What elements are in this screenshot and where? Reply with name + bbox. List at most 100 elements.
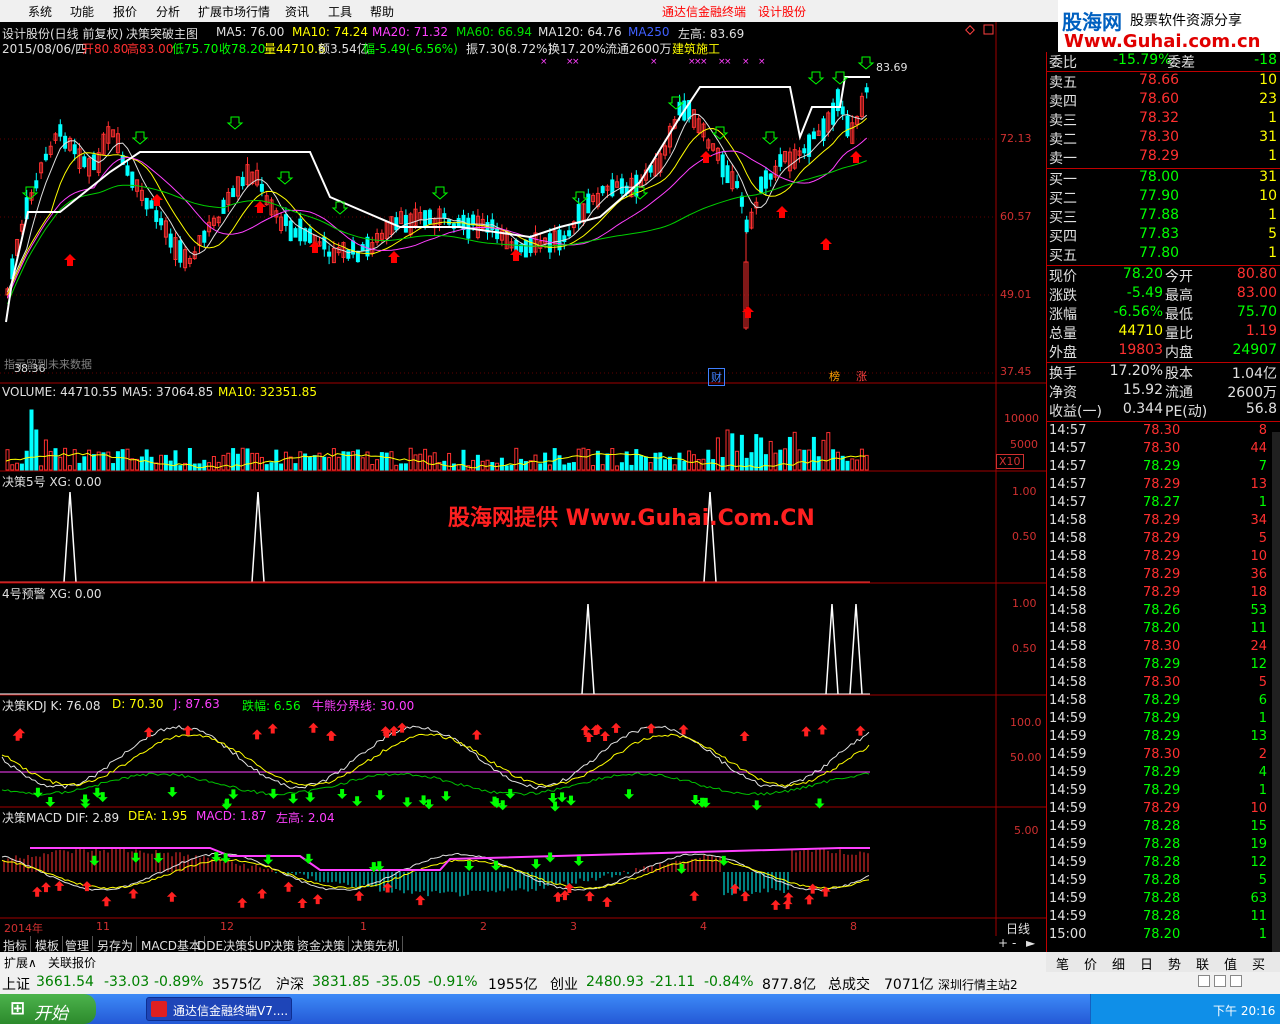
tick-row[interactable]: 14:57 78.29 7 — [1047, 459, 1280, 477]
tick-row[interactable]: 14:58 78.26 53 — [1047, 603, 1280, 621]
menu-item-analysis[interactable]: 分析 — [156, 3, 180, 20]
tick-row[interactable]: 14:58 78.29 5 — [1047, 531, 1280, 549]
stat-label: 今开 — [1165, 269, 1193, 285]
server-name[interactable]: 深圳行情主站2 — [938, 976, 1018, 993]
ma10-line — [7, 117, 868, 296]
ask-row[interactable]: 卖二 78.30 31 — [1047, 129, 1280, 148]
tag-rank[interactable]: 榜 — [829, 368, 840, 384]
bid-row[interactable]: 买二 77.90 10 — [1047, 188, 1280, 207]
tab-fund-decision[interactable]: 资金决策 — [294, 936, 350, 953]
tick-row[interactable]: 14:59 78.29 4 — [1047, 765, 1280, 783]
tab-manage[interactable]: 管理 — [62, 936, 94, 953]
tick-row[interactable]: 14:58 78.29 12 — [1047, 657, 1280, 675]
tick-row[interactable]: 14:58 78.29 34 — [1047, 513, 1280, 531]
tick-row[interactable]: 14:57 78.30 44 — [1047, 441, 1280, 459]
tab-indicator[interactable]: 指标 — [0, 936, 32, 953]
tick-row[interactable]: 14:59 78.28 11 — [1047, 909, 1280, 927]
tick-price: 78.29 — [1143, 801, 1181, 816]
start-button[interactable]: ⊞ 开始 — [0, 994, 96, 1024]
menu-item-quote[interactable]: 报价 — [113, 3, 137, 20]
hs-index-label[interactable]: 沪深 — [276, 974, 304, 994]
scrollbar[interactable] — [1272, 432, 1280, 952]
candle-body — [202, 230, 207, 243]
tick-row[interactable]: 14:59 78.28 12 — [1047, 855, 1280, 873]
quote-tab-value[interactable]: 值 — [1224, 954, 1237, 973]
quote-tab-day[interactable]: 日 — [1140, 954, 1153, 973]
tab-expand[interactable]: 扩展∧ — [4, 954, 37, 971]
menu-item-news[interactable]: 资讯 — [285, 3, 309, 20]
volume-bar — [15, 462, 20, 471]
info-industry[interactable]: 建筑施工 — [672, 40, 720, 57]
ask-row[interactable]: 卖五 78.66 10 — [1047, 72, 1280, 91]
bid-row[interactable]: 买三 77.88 1 — [1047, 207, 1280, 226]
tick-row[interactable]: 14:59 78.29 1 — [1047, 783, 1280, 801]
tab-related-quote[interactable]: 关联报价 — [48, 954, 96, 971]
ask-row[interactable]: 卖一 78.29 1 — [1047, 148, 1280, 167]
menu-item-system[interactable]: 系统 — [28, 3, 52, 20]
macd-buy-arrow — [490, 860, 501, 871]
bid-row[interactable]: 买四 77.83 5 — [1047, 226, 1280, 245]
tick-row[interactable]: 14:57 78.29 13 — [1047, 477, 1280, 495]
tick-row[interactable]: 14:58 78.30 5 — [1047, 675, 1280, 693]
tick-row[interactable]: 14:58 78.29 6 — [1047, 693, 1280, 711]
tick-row[interactable]: 14:57 78.30 8 — [1047, 423, 1280, 441]
chart-canvas[interactable]: × ×× × ××× ×× × × — [0, 22, 1046, 936]
quote-tab-linked[interactable]: 联 — [1196, 954, 1209, 973]
scroll-right-icon[interactable]: ► — [1026, 936, 1035, 950]
sell-signal-up-arrow — [254, 201, 266, 213]
volume-bar — [826, 432, 831, 471]
tick-row[interactable]: 14:58 78.29 10 — [1047, 549, 1280, 567]
quote-tab-price[interactable]: 价 — [1084, 954, 1097, 973]
period-label[interactable]: 日线 — [1006, 920, 1030, 937]
tick-row[interactable]: 14:59 78.29 13 — [1047, 729, 1280, 747]
window-icon[interactable] — [1198, 975, 1210, 987]
plus-icon[interactable]: + — [998, 936, 1008, 950]
window-icon-3[interactable] — [1230, 975, 1242, 987]
tick-volume: 2 — [1258, 747, 1267, 762]
cy-index-label[interactable]: 创业 — [550, 974, 578, 994]
clock[interactable]: 下午 20:16 — [1213, 1002, 1275, 1019]
tab-save-as[interactable]: 另存为 — [94, 936, 138, 953]
quote-tab-buy[interactable]: 买 — [1252, 954, 1265, 973]
menu-item-help[interactable]: 帮助 — [370, 3, 394, 20]
tick-row[interactable]: 14:58 78.30 24 — [1047, 639, 1280, 657]
tick-price: 78.29 — [1143, 549, 1181, 564]
tick-row[interactable]: 14:59 78.29 1 — [1047, 711, 1280, 729]
window-icon-2[interactable] — [1214, 975, 1226, 987]
tick-row[interactable]: 14:58 78.29 36 — [1047, 567, 1280, 585]
tick-row[interactable]: 14:59 78.28 19 — [1047, 837, 1280, 855]
tick-row[interactable]: 14:58 78.20 11 — [1047, 621, 1280, 639]
volume-bar — [250, 452, 255, 471]
tag-finance[interactable]: 财 — [708, 368, 725, 386]
bid-row[interactable]: 买五 77.80 1 — [1047, 245, 1280, 264]
tick-row[interactable]: 14:59 78.28 63 — [1047, 891, 1280, 909]
tick-row[interactable]: 14:58 78.29 18 — [1047, 585, 1280, 603]
quote-tab-trades[interactable]: 笔 — [1056, 954, 1069, 973]
sh-index-label[interactable]: 上证 — [2, 974, 30, 994]
quote-tab-detail[interactable]: 细 — [1112, 954, 1125, 973]
bid-row[interactable]: 买一 78.00 31 — [1047, 169, 1280, 188]
stat-label: 最低 — [1165, 307, 1193, 323]
quote-tab-trend[interactable]: 势 — [1168, 954, 1181, 973]
tag-rise[interactable]: 涨 — [856, 368, 867, 384]
taskbar-app-button[interactable]: 通达信金融终端V7.... — [146, 997, 292, 1021]
menu-item-function[interactable]: 功能 — [70, 3, 94, 20]
menu-item-extended-market[interactable]: 扩展市场行情 — [198, 3, 270, 20]
tick-row[interactable]: 14:59 78.28 15 — [1047, 819, 1280, 837]
tab-dde-decision[interactable]: DDE决策 — [194, 936, 252, 953]
tick-row[interactable]: 15:00 78.20 1 — [1047, 927, 1280, 945]
ask-row[interactable]: 卖三 78.32 1 — [1047, 110, 1280, 129]
ask-row[interactable]: 卖四 78.60 23 — [1047, 91, 1280, 110]
tab-template[interactable]: 模板 — [32, 936, 64, 953]
minus-icon[interactable]: - — [1012, 936, 1016, 950]
menu-item-tools[interactable]: 工具 — [328, 3, 352, 20]
tick-row[interactable]: 14:59 78.29 10 — [1047, 801, 1280, 819]
tick-row[interactable]: 14:57 78.27 1 — [1047, 495, 1280, 513]
macd-buy-arrow — [464, 861, 475, 872]
macd-sell-arrow — [602, 896, 613, 907]
tab-sup-decision[interactable]: SUP决策 — [244, 936, 299, 953]
chart-area[interactable]: × × × × × × × × × × × 设计股份(日线 前复权) 决策突破主图 MA5: 76.… — [0, 22, 1046, 936]
tab-decision-first[interactable]: 决策先机 — [348, 936, 404, 953]
tick-row[interactable]: 14:59 78.28 5 — [1047, 873, 1280, 891]
tick-row[interactable]: 14:59 78.30 2 — [1047, 747, 1280, 765]
